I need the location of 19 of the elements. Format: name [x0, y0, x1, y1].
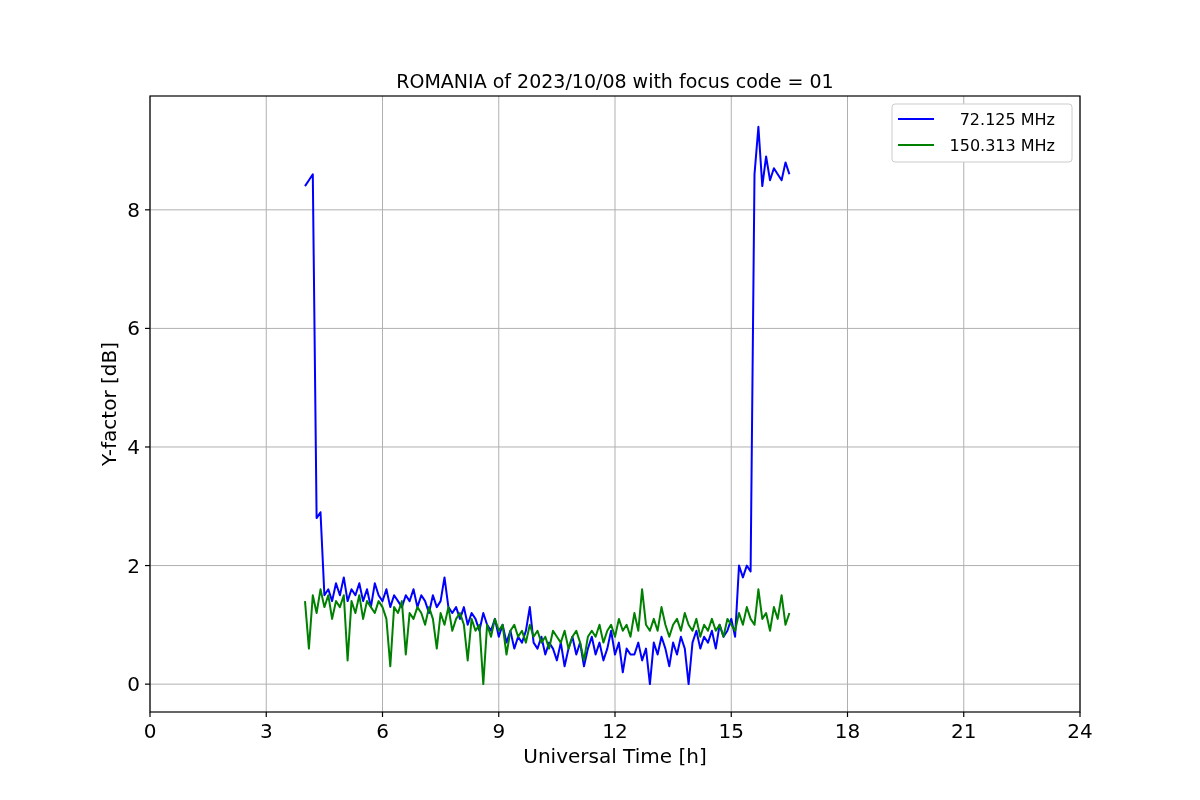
- legend-label: 150.313 MHz: [949, 136, 1055, 155]
- tick-label: 0: [143, 719, 157, 743]
- tick-label: 4: [127, 435, 140, 459]
- tick-label: 21: [951, 719, 977, 743]
- tick-label: 12: [602, 719, 628, 743]
- tick-label: 6: [376, 719, 389, 743]
- tick-label: 0: [127, 672, 140, 697]
- tick-label: 6: [127, 316, 140, 341]
- x-axis-label: Universal Time [h]: [523, 744, 707, 768]
- tick-label: 9: [492, 719, 506, 743]
- tick-label: 24: [1067, 719, 1093, 743]
- tick-label: 18: [834, 719, 861, 743]
- tick-label: 8: [127, 197, 140, 222]
- legend-label: 72.125 MHz: [959, 110, 1055, 129]
- y-axis-label: Y-factor [dB]: [97, 342, 121, 466]
- tick-label: 3: [259, 719, 273, 743]
- tick-label: 15: [718, 719, 744, 743]
- tick-label: 2: [127, 553, 140, 578]
- chart-title: ROMANIA of 2023/10/08 with focus code = 01: [396, 70, 834, 92]
